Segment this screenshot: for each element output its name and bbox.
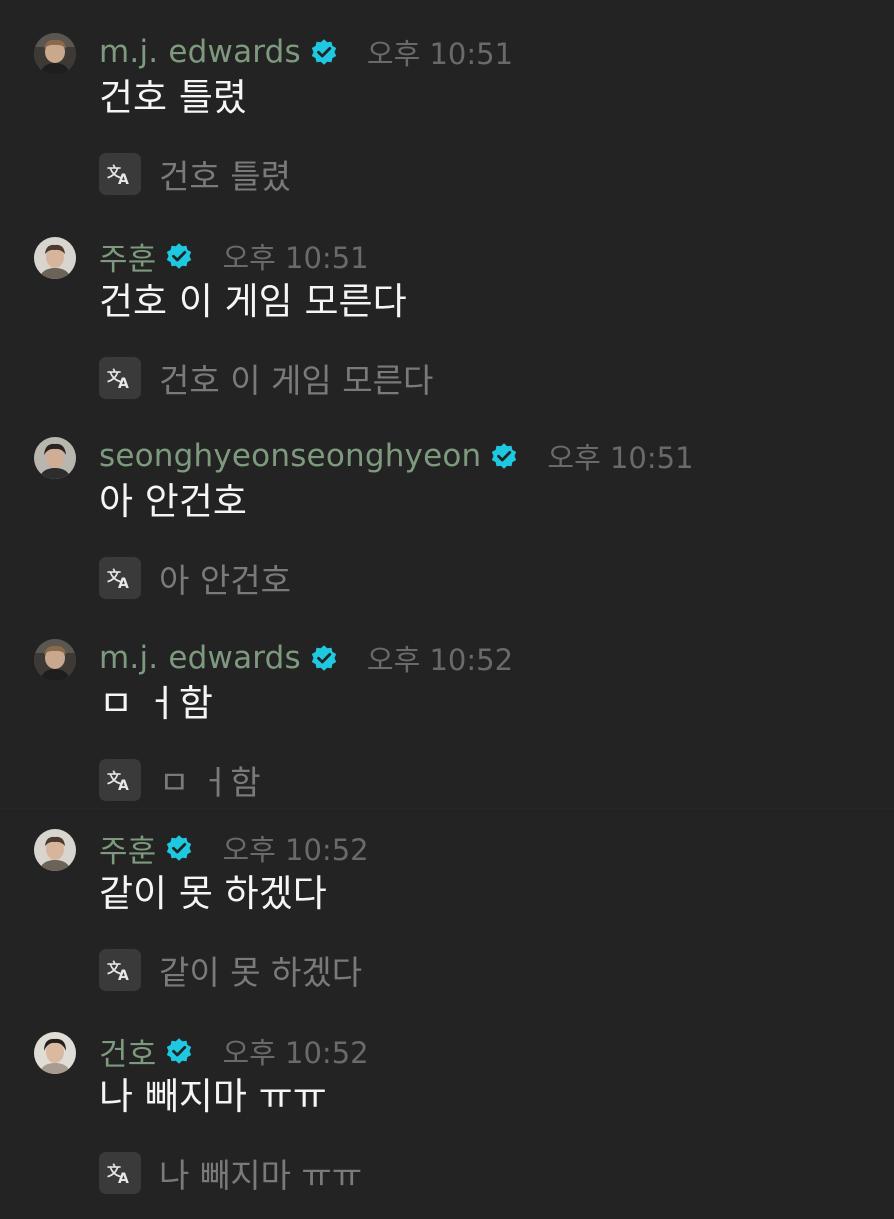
message-text: 건호 틀렸 xyxy=(99,76,247,119)
message-header: 주훈 오후 10:51 xyxy=(99,234,369,278)
translated-text: 건호 틀렸 xyxy=(159,157,291,196)
svg-text:A: A xyxy=(118,376,129,392)
svg-text:A: A xyxy=(118,172,129,188)
message-timestamp: 오후 10:52 xyxy=(366,643,514,677)
chat-message: 주훈 오후 10:51 건호 이 게임 모른다 文 A 건호 이 게임 모른다 xyxy=(0,234,894,424)
message-text: ㅁ ㅓ함 xyxy=(99,682,213,725)
translation-row: 文 A 건호 틀렸 xyxy=(99,153,291,196)
translation-row: 文 A 건호 이 게임 모른다 xyxy=(99,357,434,400)
translation-row: 文 A ㅁ ㅓ함 xyxy=(99,759,261,802)
verified-badge-icon xyxy=(164,1036,194,1066)
svg-text:A: A xyxy=(118,778,129,794)
svg-text:A: A xyxy=(118,968,129,984)
translation-row: 文 A 같이 못 하겠다 xyxy=(99,949,363,992)
svg-text:A: A xyxy=(118,576,129,592)
message-timestamp: 오후 10:52 xyxy=(222,833,369,867)
translated-text: ㅁ ㅓ함 xyxy=(159,763,261,802)
username[interactable]: 주훈 xyxy=(99,826,156,871)
chat-message: seonghyeonseonghyeon 오후 10:51 아 안건호 文 A … xyxy=(0,434,894,624)
translated-text: 아 안건호 xyxy=(159,561,291,600)
message-timestamp: 오후 10:52 xyxy=(222,1036,369,1070)
message-header: 주훈 오후 10:52 xyxy=(99,826,369,870)
verified-badge-icon xyxy=(489,441,519,471)
message-text: 건호 이 게임 모른다 xyxy=(99,280,407,323)
message-header: m.j. edwards 오후 10:52 xyxy=(99,636,513,680)
user-avatar[interactable] xyxy=(34,33,76,75)
verified-badge-icon xyxy=(164,241,194,271)
chat-message: 주훈 오후 10:52 같이 못 하겠다 文 A 같이 못 하겠다 xyxy=(0,826,894,1016)
user-avatar[interactable] xyxy=(34,237,76,279)
username[interactable]: m.j. edwards xyxy=(99,34,301,70)
message-header: 건호 오후 10:52 xyxy=(99,1029,369,1073)
username[interactable]: m.j. edwards xyxy=(99,640,301,676)
message-timestamp: 오후 10:51 xyxy=(366,37,514,71)
translate-icon[interactable]: 文 A xyxy=(99,1152,141,1194)
user-avatar[interactable] xyxy=(34,829,76,871)
user-avatar[interactable] xyxy=(34,639,76,681)
message-text: 같이 못 하겠다 xyxy=(99,872,327,915)
message-header: m.j. edwards 오후 10:51 xyxy=(99,30,513,74)
chat-message-list: m.j. edwards 오후 10:51 건호 틀렸 文 A 건호 틀렸 주훈… xyxy=(0,0,894,1208)
svg-text:A: A xyxy=(118,1171,129,1187)
divider xyxy=(0,808,894,809)
translated-text: 나 빼지마 ㅠㅠ xyxy=(159,1156,363,1195)
translate-icon[interactable]: 文 A xyxy=(99,759,141,801)
user-avatar[interactable] xyxy=(34,437,76,479)
message-timestamp: 오후 10:51 xyxy=(222,241,369,275)
message-header: seonghyeonseonghyeon 오후 10:51 xyxy=(99,434,694,478)
user-avatar[interactable] xyxy=(34,1032,76,1074)
translation-row: 文 A 아 안건호 xyxy=(99,557,291,600)
message-text: 아 안건호 xyxy=(99,480,247,523)
message-text: 나 빼지마 ㅠㅠ xyxy=(99,1075,327,1118)
translated-text: 건호 이 게임 모른다 xyxy=(159,361,434,400)
username[interactable]: 건호 xyxy=(99,1029,156,1074)
chat-message: m.j. edwards 오후 10:52 ㅁ ㅓ함 文 A ㅁ ㅓ함 xyxy=(0,636,894,826)
username[interactable]: 주훈 xyxy=(99,234,156,279)
translate-icon[interactable]: 文 A xyxy=(99,357,141,399)
translated-text: 같이 못 하겠다 xyxy=(159,953,363,992)
translate-icon[interactable]: 文 A xyxy=(99,153,141,195)
chat-message: m.j. edwards 오후 10:51 건호 틀렸 文 A 건호 틀렸 xyxy=(0,30,894,220)
translate-icon[interactable]: 文 A xyxy=(99,949,141,991)
translate-icon[interactable]: 文 A xyxy=(99,557,141,599)
username[interactable]: seonghyeonseonghyeon xyxy=(99,438,481,474)
verified-badge-icon xyxy=(164,833,194,863)
message-timestamp: 오후 10:51 xyxy=(547,441,694,475)
verified-badge-icon xyxy=(309,37,339,67)
translation-row: 文 A 나 빼지마 ㅠㅠ xyxy=(99,1152,363,1195)
chat-message: 건호 오후 10:52 나 빼지마 ㅠㅠ 文 A 나 빼지마 ㅠㅠ xyxy=(0,1029,894,1219)
verified-badge-icon xyxy=(309,643,339,673)
